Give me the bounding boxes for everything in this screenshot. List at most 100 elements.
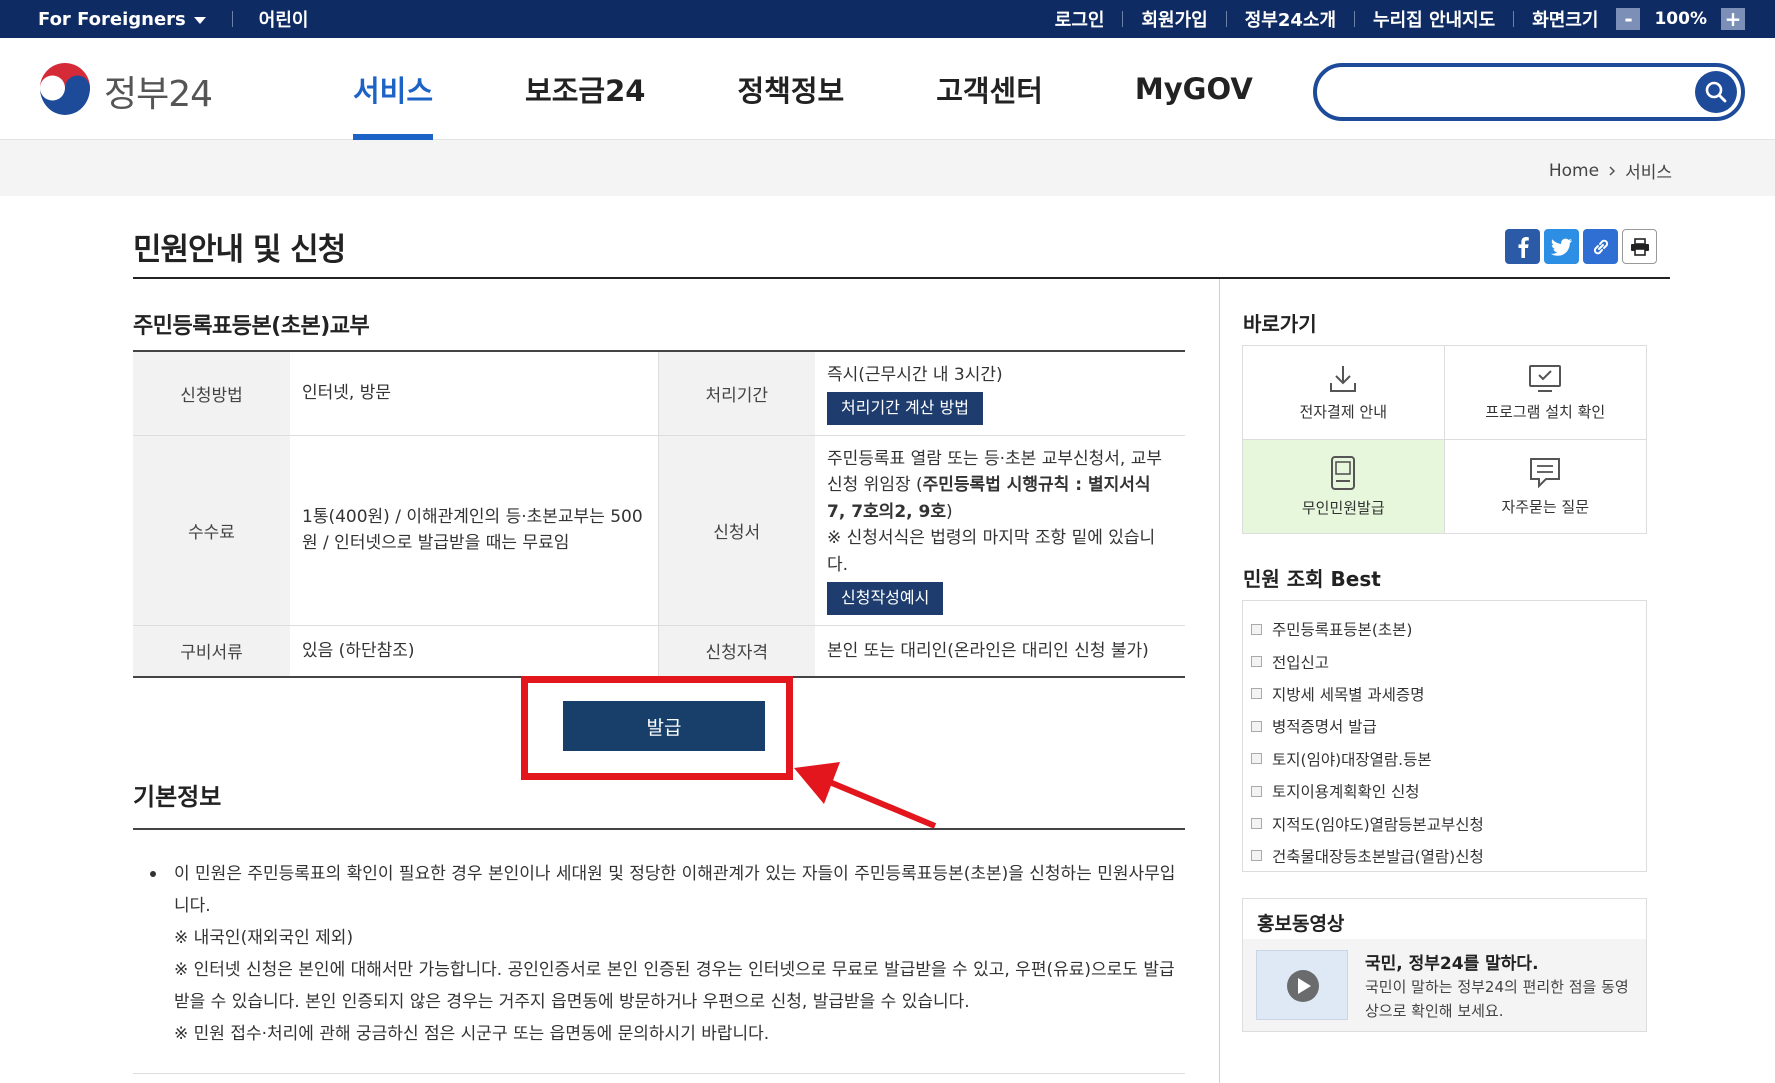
list-item-label: 지방세 세목별 과세증명 xyxy=(1272,685,1425,704)
list-item-label: 지적도(임야도)열람등본교부신청 xyxy=(1272,815,1484,834)
list-item[interactable]: 전입신고 xyxy=(1251,645,1646,677)
for-foreigners-dropdown[interactable]: For Foreigners xyxy=(38,9,206,30)
application-form-desc-end: ) xyxy=(946,501,953,522)
quick-link-label: 전자결제 안내 xyxy=(1299,402,1388,421)
table-cell: 있음 (하단참조) xyxy=(290,624,659,678)
play-icon xyxy=(1287,970,1319,1002)
nav-item-mygov[interactable]: MyGOV xyxy=(1135,38,1253,140)
print-icon xyxy=(1630,237,1649,256)
list-item[interactable]: 지방세 세목별 과세증명 xyxy=(1251,678,1646,710)
processing-period-text: 즉시(근무시간 내 3시간) xyxy=(827,365,1003,385)
screen-size-label: 화면크기 xyxy=(1532,10,1599,31)
for-foreigners-label: For Foreigners xyxy=(38,8,186,30)
about-link[interactable]: 정부24소개 xyxy=(1227,6,1354,32)
quick-link-label: 자주묻는 질문 xyxy=(1501,497,1590,516)
promo-video-heading: 홍보동영상 xyxy=(1243,899,1646,939)
application-form-note: ※ 신청서식은 법령의 마지막 조항 밑에 있습니다. xyxy=(827,528,1156,575)
basic-info-line: ※ 내국인(재외국인 제외) xyxy=(174,928,354,948)
search-button[interactable] xyxy=(1695,71,1737,113)
signup-link[interactable]: 회원가입 xyxy=(1123,6,1225,32)
table-row: 신청방법 인터넷, 방문 처리기간 즉시(근무시간 내 3시간) 처리기간 계산… xyxy=(133,350,1185,436)
nav-item-subsidy[interactable]: 보조금24 xyxy=(525,38,645,140)
list-item[interactable]: 건축물대장등초본발급(열람)신청 xyxy=(1251,840,1646,872)
chevron-right-icon xyxy=(1609,165,1616,176)
utility-bar: For Foreigners 어린이 로그인 회원가입 정부24소개 누리집 안… xyxy=(0,0,1775,38)
search-box xyxy=(1313,63,1745,121)
download-icon xyxy=(1330,365,1357,392)
video-thumbnail[interactable] xyxy=(1256,950,1348,1020)
quick-link-label: 무인민원발급 xyxy=(1301,498,1385,517)
list-item-label: 토지이용계획확인 신청 xyxy=(1272,783,1420,802)
list-bullet-icon xyxy=(1251,720,1262,732)
title-divider xyxy=(133,277,1670,279)
list-bullet-icon xyxy=(1251,785,1262,797)
promo-video-box: 홍보동영상 국민, 정부24를 말하다. 국민이 말하는 정부24의 편리한 점… xyxy=(1242,898,1647,1032)
basic-info-body: 이 민원은 주민등록표의 확인이 필요한 경우 본인이나 세대원 및 정당한 이… xyxy=(150,858,1180,1050)
zoom-control: - 100% + xyxy=(1616,8,1745,30)
breadcrumb-current[interactable]: 서비스 xyxy=(1625,158,1672,183)
search-input[interactable] xyxy=(1337,77,1677,107)
page-title: 민원안내 및 신청 xyxy=(133,232,346,268)
list-item[interactable]: 주민등록표등본(초본) xyxy=(1251,613,1646,645)
service-title: 주민등록표등본(초본)교부 xyxy=(133,314,370,339)
issue-button[interactable]: 발급 xyxy=(563,701,765,751)
highlight-box: 발급 xyxy=(521,676,793,780)
list-item-label: 건축물대장등초본발급(열람)신청 xyxy=(1272,847,1484,866)
service-info-table: 신청방법 인터넷, 방문 처리기간 즉시(근무시간 내 3시간) 처리기간 계산… xyxy=(133,350,1185,679)
quick-links-grid: 전자결제 안내 프로그램 설치 확인 무인민원발급 자주묻는 질문 xyxy=(1242,345,1647,534)
list-item-label: 주민등록표등본(초본) xyxy=(1272,621,1413,640)
nav-item-service[interactable]: 서비스 xyxy=(353,38,434,140)
annotation-arrow-icon xyxy=(794,762,937,829)
form-example-button[interactable]: 신청작성예시 xyxy=(827,581,944,615)
basic-info-line: ※ 인터넷 신청은 본인에 대해서만 가능합니다. 공인인증서로 본인 인증된 … xyxy=(174,960,1175,1012)
chevron-down-icon xyxy=(193,16,206,24)
list-item[interactable]: 지적도(임야도)열람등본교부신청 xyxy=(1251,807,1646,839)
list-bullet-icon xyxy=(1251,850,1262,862)
breadcrumb-home[interactable]: Home xyxy=(1549,161,1599,181)
table-header-cell: 신청방법 xyxy=(133,350,290,436)
basic-info-divider xyxy=(133,828,1185,830)
copy-link-button[interactable] xyxy=(1583,229,1618,264)
table-row: 구비서류 있음 (하단참조) 신청자격 본인 또는 대리인(온라인은 대리인 신… xyxy=(133,624,1185,678)
twitter-share-button[interactable] xyxy=(1544,229,1579,264)
table-header-cell: 처리기간 xyxy=(658,350,815,436)
zoom-in-button[interactable]: + xyxy=(1721,8,1745,30)
table-header-cell: 신청서 xyxy=(658,435,815,626)
promo-video-title[interactable]: 국민, 정부24를 말하다. xyxy=(1365,949,1539,974)
kids-link[interactable]: 어린이 xyxy=(259,6,309,32)
site-map-link[interactable]: 누리집 안내지도 xyxy=(1355,6,1513,32)
best-services-heading: 민원 조회 Best xyxy=(1243,567,1381,591)
promo-video-desc: 국민이 말하는 정부24의 편리한 점을 동영상으로 확인해 보세요. xyxy=(1365,978,1629,1020)
application-form-text: 주민등록표 열람 또는 등·초본 교부신청서, 교부신청 위임장 (주민등록법 … xyxy=(827,446,1173,525)
site-logo[interactable]: 정부24 xyxy=(36,62,213,120)
list-bullet-icon xyxy=(1251,753,1262,765)
processing-period-calc-button[interactable]: 처리기간 계산 방법 xyxy=(827,392,983,426)
nav-item-customer-center[interactable]: 고객센터 xyxy=(936,38,1043,140)
chat-icon xyxy=(1530,457,1561,489)
quick-link-faq[interactable]: 자주묻는 질문 xyxy=(1445,440,1647,534)
nav-item-policy[interactable]: 정책정보 xyxy=(737,38,844,140)
breadcrumb: Home 서비스 xyxy=(1549,158,1672,184)
list-item[interactable]: 토지이용계획확인 신청 xyxy=(1251,775,1646,807)
quick-link-kiosk[interactable]: 무인민원발급 xyxy=(1243,439,1445,533)
list-item[interactable]: 병적증명서 발급 xyxy=(1251,710,1646,742)
breadcrumb-band: Home 서비스 xyxy=(0,140,1775,196)
list-bullet-icon xyxy=(1251,818,1262,830)
list-bullet-icon xyxy=(1251,623,1262,635)
facebook-share-button[interactable] xyxy=(1505,229,1540,264)
login-link[interactable]: 로그인 xyxy=(1037,6,1123,32)
promo-video-body[interactable]: 국민, 정부24를 말하다. 국민이 말하는 정부24의 편리한 점을 동영상으… xyxy=(1243,939,1646,1031)
list-item[interactable]: 토지(임야)대장열람.등본 xyxy=(1251,743,1646,775)
list-bullet-icon xyxy=(1251,688,1262,700)
best-services-list: 주민등록표등본(초본) 전입신고 지방세 세목별 과세증명 병적증명서 발급 토… xyxy=(1242,600,1647,872)
print-button[interactable] xyxy=(1622,229,1657,264)
share-toolbar xyxy=(1505,229,1657,264)
quick-link-e-payment[interactable]: 전자결제 안내 xyxy=(1243,346,1445,440)
quick-links-heading: 바로가기 xyxy=(1243,312,1317,336)
main-nav: 서비스 보조금24 정책정보 고객센터 MyGOV xyxy=(353,38,1345,140)
quick-link-program-check[interactable]: 프로그램 설치 확인 xyxy=(1444,346,1646,440)
zoom-out-button[interactable]: - xyxy=(1616,8,1641,30)
facebook-icon xyxy=(1518,236,1529,258)
link-icon xyxy=(1593,239,1608,254)
table-cell: 주민등록표 열람 또는 등·초본 교부신청서, 교부신청 위임장 (주민등록법 … xyxy=(815,435,1185,626)
